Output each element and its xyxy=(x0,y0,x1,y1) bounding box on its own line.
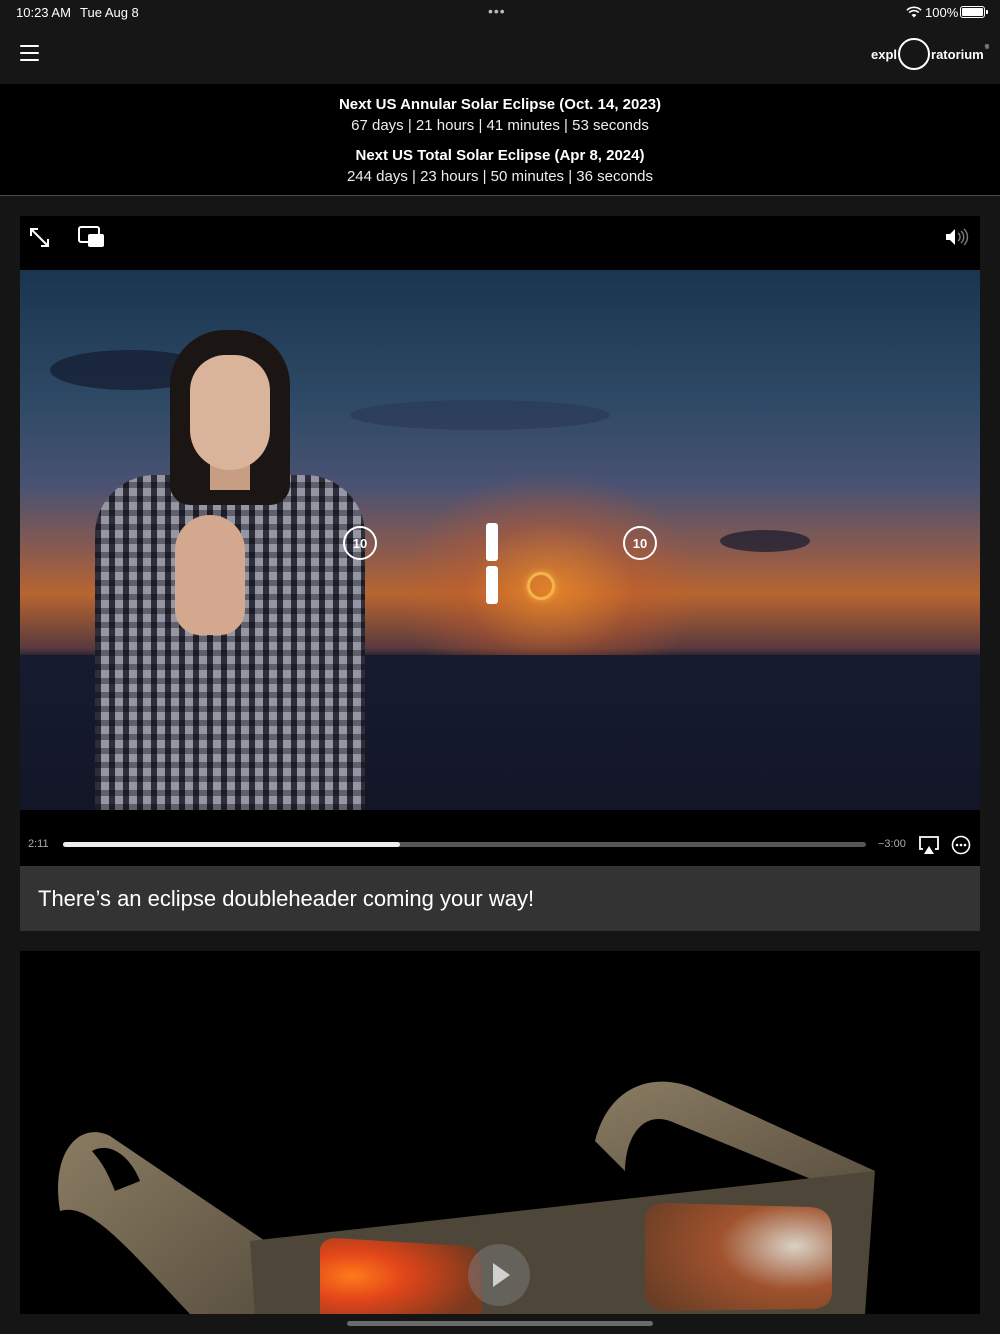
remaining-time: −3:00 xyxy=(878,838,906,850)
elapsed-time: 2:11 xyxy=(28,838,49,850)
picture-in-picture-icon[interactable] xyxy=(78,226,105,248)
playback-controls: 2:11 −3:00 xyxy=(20,822,980,866)
total-eclipse-title: Next US Total Solar Eclipse (Apr 8, 2024… xyxy=(355,147,645,164)
battery-percent: 100% xyxy=(925,5,959,20)
second-video-card[interactable] xyxy=(20,951,980,1314)
skip-forward-seconds: 10 xyxy=(632,535,648,551)
logo-text-right: ratorium xyxy=(931,46,984,62)
skip-back-seconds: 10 xyxy=(352,535,368,551)
presenter-face xyxy=(190,355,270,470)
annular-eclipse-countdown: 67 days | 21 hours | 41 minutes | 53 sec… xyxy=(351,117,649,134)
app-header: expl ratorium ® xyxy=(0,24,1000,84)
annular-eclipse-sun xyxy=(527,572,555,600)
cloud xyxy=(720,530,810,552)
cloud xyxy=(350,400,610,430)
caption-text: There’s an eclipse doubleheader coming y… xyxy=(38,886,535,911)
video-frame[interactable]: 10 10 xyxy=(20,270,980,810)
hamburger-menu-icon[interactable] xyxy=(20,45,39,61)
video-player[interactable]: 10 10 2:11 −3:00 xyxy=(20,216,980,866)
volume-icon[interactable] xyxy=(945,228,971,246)
skip-back-icon: 10 xyxy=(343,526,377,560)
logo-ring-icon xyxy=(898,38,931,70)
logo-text-left: expl xyxy=(871,46,898,62)
play-button[interactable] xyxy=(468,1244,530,1306)
multitasking-dots[interactable]: ••• xyxy=(488,3,506,19)
pause-icon xyxy=(483,523,517,604)
battery-icon xyxy=(960,6,988,18)
skip-forward-10-button[interactable]: 10 xyxy=(622,525,658,561)
airplay-icon[interactable] xyxy=(919,835,939,855)
progress-fill xyxy=(63,842,401,847)
fullscreen-icon[interactable] xyxy=(29,227,50,248)
home-indicator[interactable] xyxy=(347,1321,653,1326)
logo-registered-mark: ® xyxy=(984,45,990,51)
status-time: 10:23 AM xyxy=(16,5,71,20)
presenter-figure xyxy=(95,330,365,810)
skip-forward-icon: 10 xyxy=(623,526,657,560)
status-bar: 10:23 AM Tue Aug 8 ••• 100% xyxy=(0,0,1000,24)
annular-eclipse-title: Next US Annular Solar Eclipse (Oct. 14, … xyxy=(338,96,662,113)
video-caption: There’s an eclipse doubleheader coming y… xyxy=(20,866,980,931)
exploratorium-logo[interactable]: expl ratorium ® xyxy=(871,37,989,71)
pause-button[interactable] xyxy=(482,522,518,604)
more-options-icon[interactable] xyxy=(951,835,971,855)
wifi-icon xyxy=(906,6,922,18)
skip-back-10-button[interactable]: 10 xyxy=(342,525,378,561)
status-date: Tue Aug 8 xyxy=(80,5,139,20)
eclipse-countdown-banner: Next US Annular Solar Eclipse (Oct. 14, … xyxy=(0,84,1000,196)
progress-bar[interactable] xyxy=(63,842,866,847)
presenter-hands xyxy=(175,515,245,635)
total-eclipse-countdown: 244 days | 23 hours | 50 minutes | 36 se… xyxy=(346,168,654,185)
